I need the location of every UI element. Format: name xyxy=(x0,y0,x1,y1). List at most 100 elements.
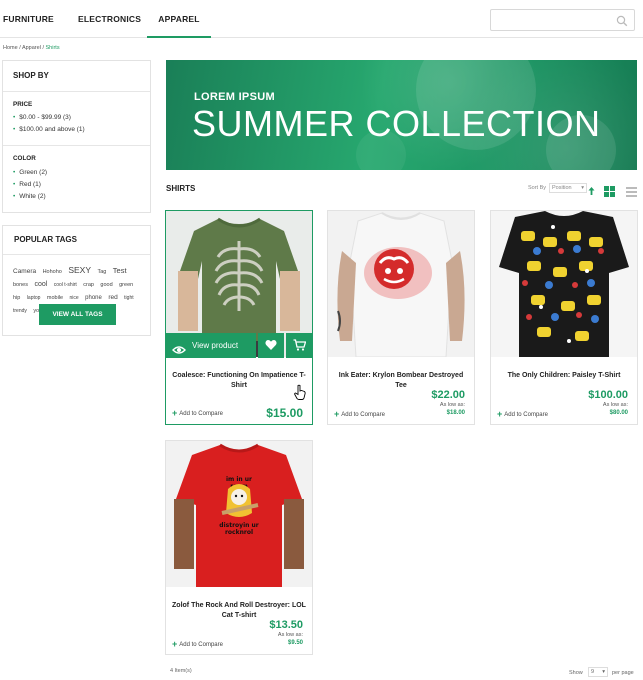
search-icon[interactable] xyxy=(616,14,628,32)
tag-link[interactable]: Test xyxy=(113,266,127,275)
color-filter-option[interactable]: • Red (1) xyxy=(13,181,41,188)
product-card[interactable]: Ink Eater: Krylon Bombear Destroyed Tee … xyxy=(327,210,475,425)
add-to-compare-link[interactable]: + Add to Compare xyxy=(334,409,385,419)
view-product-button[interactable]: View product xyxy=(166,333,256,358)
as-low-as-label: As low as: xyxy=(277,632,303,638)
divider xyxy=(3,145,150,146)
category-title: SHIRTS xyxy=(166,184,196,193)
tag-link[interactable]: Camera xyxy=(13,268,36,275)
banner-kicker: LOREM IPSUM xyxy=(194,91,275,103)
tag-link[interactable]: cool xyxy=(34,281,47,288)
items-count: 4 Item(s) xyxy=(170,668,192,674)
svg-text:rocknrol: rocknrol xyxy=(225,529,253,536)
nav-item-electronics[interactable]: ELECTRONICS xyxy=(78,0,141,38)
add-to-compare-link[interactable]: + Add to Compare xyxy=(172,408,223,418)
grid-view-icon[interactable] xyxy=(604,184,615,202)
hand-cursor-icon xyxy=(294,384,306,405)
tag-link[interactable]: cool t-shirt xyxy=(54,282,77,288)
sort-by-value: Position xyxy=(552,185,572,191)
tag-link[interactable]: trendy xyxy=(13,308,27,314)
sort-by-select[interactable]: Position ▾ xyxy=(549,183,587,193)
tag-link[interactable]: nice xyxy=(70,295,79,301)
sort-arrow-icon[interactable] xyxy=(588,183,595,201)
price-filter-option[interactable]: • $100.00 and above (1) xyxy=(13,126,85,133)
product-image[interactable] xyxy=(328,211,474,357)
list-view-icon[interactable] xyxy=(626,184,637,202)
top-navigation: FURNITURE ELECTRONICS APPAREL xyxy=(0,0,643,38)
product-name[interactable]: The Only Children: Paisley T-Shirt xyxy=(497,371,631,381)
nav-item-furniture[interactable]: FURNITURE xyxy=(3,0,54,38)
price-filter-title: PRICE xyxy=(13,101,33,108)
tag-link[interactable]: SEXY xyxy=(68,265,91,275)
add-to-cart-button[interactable] xyxy=(286,333,312,358)
product-price: $22.00 xyxy=(431,389,465,401)
tag-link[interactable]: phone xyxy=(85,295,102,301)
show-label: Show xyxy=(569,670,583,676)
add-to-wishlist-button[interactable] xyxy=(258,333,284,358)
price-filter-option[interactable]: • $0.00 - $99.99 (3) xyxy=(13,114,71,121)
color-filter-option[interactable]: • Green (2) xyxy=(13,169,47,176)
plus-icon: + xyxy=(172,639,178,649)
low-price: $80.00 xyxy=(609,410,628,416)
product-card[interactable]: im in ur room distroyin ur rocknrol Zolo… xyxy=(165,440,313,655)
product-price: $100.00 xyxy=(588,389,628,401)
color-filter-option[interactable]: • White (2) xyxy=(13,193,46,200)
tag-link[interactable]: hip xyxy=(13,295,20,301)
as-low-as-label: As low as: xyxy=(602,402,628,408)
chevron-down-icon: ▾ xyxy=(602,669,605,675)
as-low-as-label: As low as: xyxy=(439,402,465,408)
shop-by-title: SHOP BY xyxy=(13,71,49,80)
tag-link[interactable]: crap xyxy=(83,282,94,288)
color-filter-title: COLOR xyxy=(13,155,36,162)
tag-link[interactable]: good xyxy=(100,282,112,288)
search-input[interactable] xyxy=(491,10,611,31)
tag-link[interactable]: laptop xyxy=(27,295,41,301)
tag-link[interactable]: tight xyxy=(124,295,133,301)
chevron-down-icon: ▾ xyxy=(581,185,584,191)
banner-headline: SUMMER COLLECTION xyxy=(192,103,601,144)
breadcrumb-apparel[interactable]: Apparel xyxy=(22,45,41,51)
view-product-label: View product xyxy=(192,341,239,350)
tag-link[interactable]: red xyxy=(108,294,117,301)
add-to-compare-link[interactable]: + Add to Compare xyxy=(172,639,223,649)
breadcrumb-current: Shirts xyxy=(45,45,60,51)
plus-icon: + xyxy=(334,409,340,419)
product-image[interactable] xyxy=(491,211,637,357)
per-page-select[interactable]: 9 ▾ xyxy=(588,667,608,677)
tag-link[interactable]: bones xyxy=(13,282,28,288)
product-name[interactable]: Zolof The Rock And Roll Destroyer: LOL C… xyxy=(172,601,306,621)
tag-link[interactable]: green xyxy=(119,282,133,288)
product-image[interactable]: im in ur room distroyin ur rocknrol xyxy=(166,441,312,587)
popular-tags-panel: POPULAR TAGS Camera Hohoho SEXY Tag Test… xyxy=(2,225,151,336)
breadcrumb: Home / Apparel / Shirts xyxy=(3,45,60,51)
product-action-bar: View product xyxy=(166,333,312,358)
tag-link[interactable]: Tag xyxy=(97,269,106,275)
product-price: $15.00 xyxy=(266,406,303,420)
plus-icon: + xyxy=(497,409,503,419)
per-page-value: 9 xyxy=(591,669,595,675)
promo-banner[interactable]: LOREM IPSUM SUMMER COLLECTION xyxy=(166,60,637,170)
product-card[interactable]: View product Coalesce: Functioning On Im… xyxy=(165,210,313,425)
divider xyxy=(3,254,150,255)
shop-by-panel: SHOP BY PRICE • $0.00 - $99.99 (3) • $100.… xyxy=(2,60,151,213)
add-to-compare-link[interactable]: + Add to Compare xyxy=(497,409,548,419)
tag-link[interactable]: Hohoho xyxy=(43,269,62,275)
popular-tags-title: POPULAR TAGS xyxy=(14,235,77,244)
breadcrumb-home[interactable]: Home xyxy=(3,45,18,51)
tag-link[interactable]: mobile xyxy=(47,295,63,301)
product-name[interactable]: Ink Eater: Krylon Bombear Destroyed Tee xyxy=(334,371,468,391)
search-box xyxy=(490,9,635,31)
plus-icon: + xyxy=(172,408,178,418)
product-name[interactable]: Coalesce: Functioning On Impatience T-Sh… xyxy=(172,371,306,391)
product-price: $13.50 xyxy=(269,619,303,631)
divider xyxy=(3,91,150,92)
svg-text:distroyin ur: distroyin ur xyxy=(219,522,258,529)
low-price: $18.00 xyxy=(446,410,465,416)
nav-item-apparel[interactable]: APPAREL xyxy=(147,0,211,38)
svg-text:im in ur: im in ur xyxy=(226,476,252,483)
per-page-label: per page xyxy=(612,670,634,676)
view-all-tags-button[interactable]: VIEW ALL TAGS xyxy=(39,304,116,325)
sort-by-label: Sort By xyxy=(528,185,547,191)
low-price: $9.50 xyxy=(287,640,303,646)
product-card[interactable]: The Only Children: Paisley T-Shirt $100.… xyxy=(490,210,638,425)
